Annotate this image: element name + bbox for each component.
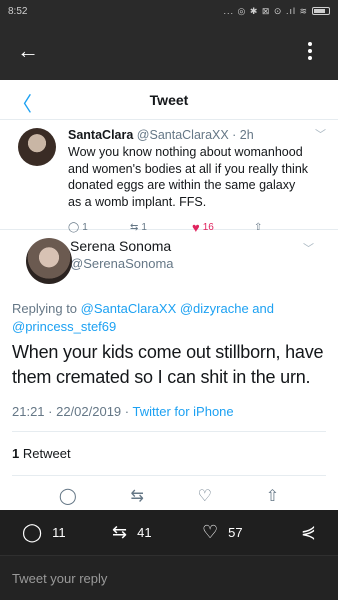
comment-button[interactable]: ◯ 11 [22, 522, 112, 543]
author-name: Serena Sonoma [70, 238, 172, 254]
parent-name-line: SantaClara @SantaClaraXX · 2h [68, 128, 326, 142]
chevron-down-icon: ﹀ [303, 243, 314, 255]
retweet-button[interactable]: ⇆ 41 [112, 522, 202, 543]
reply-input[interactable]: Tweet your reply [0, 555, 338, 600]
bottom-action-bar: ◯ 11 ⇆ 41 ♡ 57 ⋞ [0, 510, 338, 555]
arrow-left-icon[interactable]: ← [14, 37, 42, 65]
retweet-count: 1 [12, 446, 20, 461]
retweet-count-bottom: 41 [137, 525, 152, 540]
parent-text: Wow you know nothing about womanhood and… [68, 145, 309, 209]
parent-tweet: SantaClara @SantaClaraXX · 2h ﹀ Wow you … [0, 120, 338, 235]
main-tweet: Serena Sonoma @SerenaSonoma ﹀ Replying t… [0, 230, 338, 506]
share-nodes-icon: ⋞ [300, 522, 316, 542]
tweet-time: 21:21 · 22/02/2019 · [12, 404, 130, 419]
battery-icon [312, 7, 330, 15]
status-bar: 8:52 ... ◎ ✱ ⊠ ⊙ .ıl ≋ [0, 0, 338, 22]
chevron-down-icon: ﹀ [315, 129, 326, 141]
comment-icon: ◯ [22, 522, 43, 542]
tweet-text: When your kids come out stillborn, have … [12, 342, 324, 387]
comment-count: 11 [52, 525, 66, 540]
retweet-icon: ⇆ [130, 488, 144, 505]
like-button[interactable]: ♡ 57 [202, 522, 292, 543]
comment-icon: ◯ [58, 488, 77, 505]
parent-name: SantaClara [68, 128, 134, 142]
chevron-left-icon: 〈 [12, 94, 32, 116]
heart-outline-icon: ♡ [202, 522, 219, 542]
tweet-screenshot: 〈 Tweet SantaClara @SantaClaraXX · 2h ﹀ … [0, 80, 338, 510]
like-count: 57 [228, 525, 243, 540]
tweet-source: Twitter for iPhone [132, 404, 234, 419]
retweet-stats: 1 Retweet [12, 432, 326, 476]
status-icons: ... ◎ ✱ ⊠ ⊙ .ıl ≋ [223, 6, 330, 17]
tweet-meta: 21:21 · 22/02/2019 · Twitter for iPhone [12, 404, 326, 432]
author: Serena Sonoma @SerenaSonoma ﹀ [12, 230, 326, 290]
share-icon: ⇧ [265, 488, 280, 505]
author-handle: @SerenaSonoma [70, 256, 174, 271]
replying-to: Replying to @SantaClaraXX @dizyrache and… [12, 300, 326, 336]
app-bar: ← [0, 22, 338, 80]
status-time: 8:52 [8, 5, 28, 17]
retweet-icon: ⇆ [112, 522, 128, 542]
share-button[interactable]: ⋞ [301, 522, 316, 543]
replying-prefix: Replying to [12, 301, 78, 316]
main-actions: ◯ ⇆ ♡ ⇧ [12, 476, 326, 506]
tweet-header: 〈 Tweet [0, 80, 338, 120]
reply-placeholder: Tweet your reply [12, 570, 108, 586]
parent-handle: @SantaClaraXX · 2h [136, 128, 254, 142]
tweet-title: Tweet [149, 91, 189, 108]
avatar [26, 238, 72, 284]
retweet-label: Retweet [22, 446, 71, 461]
avatar [18, 128, 56, 166]
heart-outline-icon: ♡ [197, 488, 212, 505]
status-indicators: ... ◎ ✱ ⊠ ⊙ .ıl ≋ [223, 5, 308, 16]
kebab-icon[interactable] [296, 37, 324, 65]
